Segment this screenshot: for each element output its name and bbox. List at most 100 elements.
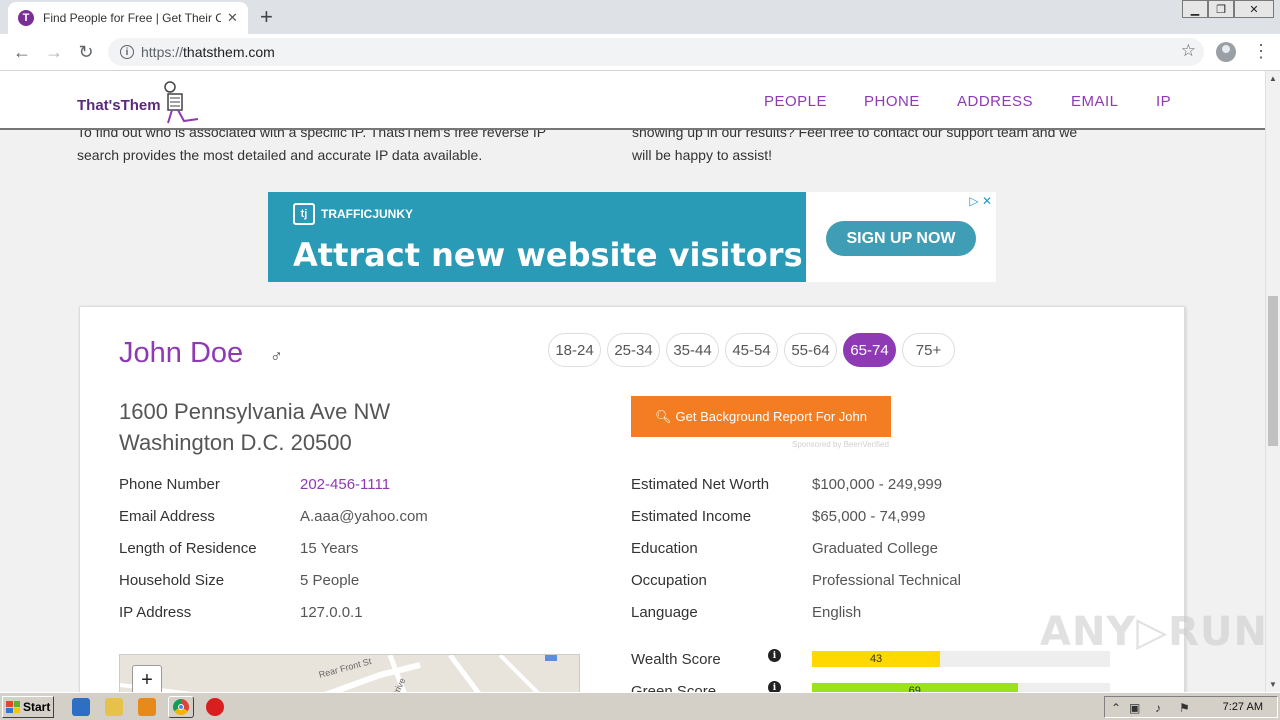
background-report-label: Get Background Report For John [675, 409, 868, 424]
nav-ip[interactable]: IP [1156, 93, 1171, 110]
tab-title: Find People for Free | Get Their Cont [43, 11, 221, 25]
education-value: Graduated College [812, 540, 938, 557]
occupation-label: Occupation [631, 572, 707, 589]
scroll-up-icon[interactable]: ▲ [1269, 74, 1277, 83]
background-report-button[interactable]: 🔍︎ Get Background Report For John [631, 396, 891, 437]
page-scrollbar[interactable]: ▲ ▼ [1265, 71, 1280, 692]
opera-icon[interactable] [206, 698, 224, 716]
logo-figure-icon [164, 81, 199, 124]
chrome-taskbar-button[interactable] [168, 696, 194, 718]
ip-value: 127.0.0.1 [300, 604, 363, 621]
map-zoom-in-button[interactable]: + [132, 665, 162, 692]
income-label: Estimated Income [631, 508, 752, 525]
phone-value[interactable]: 202-456-1111 [300, 476, 390, 493]
person-address: 1600 Pennsylvania Ave NW Washington D.C.… [119, 396, 390, 458]
anyrun-watermark: ANY▷RUN [1040, 609, 1265, 655]
age-pill[interactable]: 25-34 [607, 333, 660, 367]
age-pill[interactable]: 35-44 [666, 333, 719, 367]
ad-creative[interactable]: tj TRAFFICJUNKY Attract new website visi… [268, 192, 806, 282]
green-score-bar: 69 [812, 683, 1110, 692]
volume-icon[interactable]: ♪ [1155, 701, 1161, 715]
tray-expand-icon[interactable]: ⌃ [1111, 701, 1121, 715]
net-worth-label: Estimated Net Worth [631, 476, 770, 493]
ad-banner[interactable]: tj TRAFFICJUNKY Attract new website visi… [268, 192, 996, 282]
intro-right-line: will be happy to assist! [632, 147, 773, 163]
new-tab-icon[interactable]: + [260, 6, 273, 28]
site-logo[interactable]: That'sThem [77, 97, 161, 114]
bookmark-star-icon[interactable]: ☆ [1181, 41, 1196, 61]
net-worth-value: $100,000 - 249,999 [812, 476, 943, 493]
residence-value: 15 Years [300, 540, 359, 557]
income-value: $65,000 - 74,999 [812, 508, 926, 525]
taskbar: Start ⌃ ▣ ♪ ⚑ 7:27 AM [0, 692, 1280, 720]
nav-email[interactable]: EMAIL [1071, 93, 1119, 110]
age-pill[interactable]: 55-64 [784, 333, 837, 367]
browser-toolbar: ← → ↻ i https://thatsthem.com ☆ ⋮ [0, 34, 1280, 71]
person-name[interactable]: John Doe [119, 337, 243, 370]
ad-signup-button[interactable]: SIGN UP NOW [826, 221, 976, 256]
wealth-score-fill: 43 [812, 651, 941, 667]
browser-tab[interactable]: T Find People for Free | Get Their Cont … [8, 2, 248, 34]
age-range-selector: 18-24 25-34 35-44 45-54 55-64 65-74 75+ [548, 333, 955, 367]
browser-menu-icon[interactable]: ⋮ [1252, 41, 1270, 61]
nav-address[interactable]: ADDRESS [957, 93, 1033, 110]
sponsored-note: Sponsored by BeenVerified [792, 440, 889, 449]
ad-brand-name: TRAFFICJUNKY [321, 207, 413, 221]
location-map[interactable]: + Rear Front St Drive [119, 654, 580, 692]
ad-headline: Attract new website visitors [293, 236, 803, 274]
url-text: https://thatsthem.com [141, 44, 275, 60]
reload-icon[interactable]: ↻ [74, 41, 98, 63]
forward-icon[interactable]: → [42, 41, 66, 63]
address-line-1: 1600 Pennsylvania Ave NW [119, 399, 391, 424]
flag-icon[interactable]: ⚑ [1179, 701, 1190, 715]
ad-brand: tj TRAFFICJUNKY [293, 203, 413, 225]
green-score-label: Green Score [631, 683, 717, 692]
green-info-icon[interactable]: i [768, 681, 781, 692]
residence-label: Length of Residence [119, 540, 257, 557]
scroll-thumb[interactable] [1268, 296, 1278, 446]
folder-icon[interactable] [105, 698, 123, 716]
address-bar[interactable]: i https://thatsthem.com ☆ [108, 38, 1204, 66]
scroll-down-icon[interactable]: ▼ [1269, 680, 1277, 689]
maximize-icon[interactable]: ❐ [1208, 0, 1234, 18]
chrome-icon [173, 699, 189, 715]
minimize-icon[interactable]: ▁ [1182, 0, 1208, 18]
internet-explorer-icon[interactable] [72, 698, 90, 716]
male-gender-icon: ♂ [270, 347, 283, 366]
profile-avatar-icon[interactable] [1216, 42, 1236, 62]
site-info-icon[interactable]: i [120, 45, 134, 59]
email-value: A.aaa@yahoo.com [300, 508, 428, 525]
email-label: Email Address [119, 508, 215, 525]
age-pill[interactable]: 45-54 [725, 333, 778, 367]
search-icon: 🔍︎ [654, 408, 672, 424]
wealth-info-icon[interactable]: i [768, 649, 781, 662]
page-viewport: To find out who is associated with a spe… [0, 71, 1265, 692]
green-score-fill: 69 [812, 683, 1018, 692]
tab-close-icon[interactable]: ✕ [227, 10, 238, 26]
age-pill[interactable]: 75+ [902, 333, 955, 367]
ad-choices-icon[interactable]: ▷ ✕ [969, 194, 992, 208]
wealth-score-label: Wealth Score [631, 651, 721, 668]
language-value: English [812, 604, 862, 621]
education-label: Education [631, 540, 698, 557]
person-card: John Doe ♂ 18-24 25-34 35-44 45-54 55-64… [79, 306, 1185, 692]
address-line-2: Washington D.C. 20500 [119, 430, 352, 455]
back-icon[interactable]: ← [10, 41, 34, 63]
thatsthem-favicon-icon: T [18, 10, 34, 26]
language-label: Language [631, 604, 698, 621]
nav-phone[interactable]: PHONE [864, 93, 920, 110]
household-value: 5 People [300, 572, 360, 589]
start-button[interactable]: Start [2, 696, 54, 718]
nav-people[interactable]: PEOPLE [764, 93, 827, 110]
intro-left-line: search provides the most detailed and ac… [77, 147, 483, 163]
occupation-value: Professional Technical [812, 572, 961, 589]
network-icon[interactable]: ▣ [1129, 701, 1140, 715]
windows-logo-icon [6, 701, 20, 713]
phone-label: Phone Number [119, 476, 220, 493]
age-pill-selected[interactable]: 65-74 [843, 333, 896, 367]
media-player-icon[interactable] [138, 698, 156, 716]
household-label: Household Size [119, 572, 225, 589]
age-pill[interactable]: 18-24 [548, 333, 601, 367]
clock[interactable]: 7:27 AM [1223, 701, 1263, 713]
window-close-icon[interactable]: ✕ [1234, 0, 1274, 18]
